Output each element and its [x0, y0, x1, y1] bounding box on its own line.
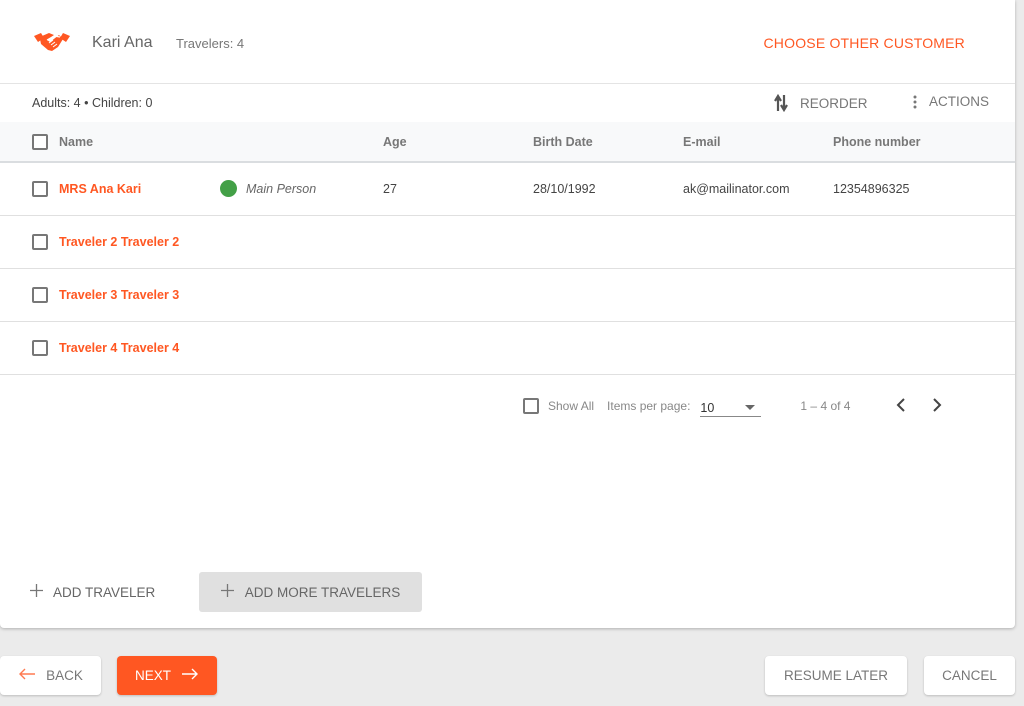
arrow-right-icon	[181, 668, 199, 683]
choose-other-customer-button[interactable]: CHOOSE OTHER CUSTOMER	[763, 35, 965, 51]
add-traveler-label: ADD TRAVELER	[53, 584, 156, 600]
phone-cell: 12354896325	[833, 181, 910, 196]
phone-cell	[833, 268, 1015, 321]
traveler-name[interactable]: Traveler 4 Traveler 4	[59, 341, 179, 355]
email-cell	[683, 321, 833, 374]
age-cell	[383, 321, 533, 374]
table-row[interactable]: MRS Ana Kari Main Person 27 28/10/1992 a…	[0, 162, 1015, 215]
resume-later-button[interactable]: RESUME LATER	[765, 656, 907, 695]
back-label: BACK	[46, 668, 83, 683]
back-button[interactable]: BACK	[0, 656, 101, 695]
table-row[interactable]: Traveler 4 Traveler 4	[0, 321, 1015, 374]
birth-date-cell	[533, 268, 683, 321]
age-cell	[383, 268, 533, 321]
arrow-left-icon	[18, 668, 36, 683]
items-per-page-value: 10	[700, 400, 715, 415]
table-toolbar: Adults: 4 • Children: 0 REORDER ACTIONS	[0, 84, 1015, 122]
cancel-button[interactable]: CANCEL	[924, 656, 1015, 695]
actions-label: ACTIONS	[929, 94, 990, 109]
row-checkbox[interactable]	[32, 233, 48, 250]
table-header-row: Name Age Birth Date E-mail Phone number	[0, 122, 1015, 162]
main-person-badge: Main Person	[220, 180, 383, 198]
add-more-travelers-label: ADD MORE TRAVELERS	[244, 584, 401, 600]
age-cell: 27	[383, 181, 397, 196]
email-cell	[683, 268, 833, 321]
travelers-card: Kari Ana Travelers: 4 CHOOSE OTHER CUSTO…	[0, 0, 1015, 628]
main-person-label: Main Person	[246, 181, 317, 196]
plus-icon	[220, 584, 234, 600]
table-row[interactable]: Traveler 2 Traveler 2	[0, 215, 1015, 268]
show-all-checkbox[interactable]	[523, 398, 539, 414]
email-cell: ak@mailinator.com	[683, 181, 790, 196]
table-row[interactable]: Traveler 3 Traveler 3	[0, 268, 1015, 321]
column-header-birth-date[interactable]: Birth Date	[533, 122, 683, 162]
traveler-name[interactable]: Traveler 3 Traveler 3	[59, 288, 179, 302]
items-per-page-select[interactable]: 10	[700, 395, 762, 417]
column-header-name[interactable]: Name	[59, 135, 93, 149]
customer-header: Kari Ana Travelers: 4 CHOOSE OTHER CUSTO…	[0, 0, 1015, 84]
birth-date-cell	[533, 215, 683, 268]
items-per-page-label: Items per page:	[607, 399, 691, 413]
add-more-travelers-button[interactable]: ADD MORE TRAVELERS	[199, 572, 422, 612]
birth-date-cell	[533, 321, 683, 374]
travelers-count: Travelers: 4	[176, 36, 245, 51]
paginator: Show All Items per page: 10 1 – 4 of 4	[523, 395, 968, 417]
row-checkbox[interactable]	[32, 286, 48, 303]
add-traveler-button[interactable]: ADD TRAVELER	[30, 584, 155, 600]
phone-cell	[833, 321, 1015, 374]
page-range-label: 1 – 4 of 4	[800, 399, 851, 413]
birth-date-cell: 28/10/1992	[533, 181, 596, 196]
plus-icon	[30, 584, 43, 600]
passenger-summary: Adults: 4 • Children: 0	[32, 96, 153, 110]
column-header-phone[interactable]: Phone number	[833, 122, 1015, 162]
email-cell	[683, 215, 833, 268]
more-vertical-icon	[913, 95, 917, 109]
swap-vertical-icon	[774, 94, 788, 112]
actions-button[interactable]: ACTIONS	[913, 94, 989, 109]
select-all-checkbox[interactable]	[32, 133, 48, 150]
next-label: NEXT	[134, 668, 171, 683]
column-header-email[interactable]: E-mail	[683, 122, 833, 162]
row-checkbox[interactable]	[32, 180, 48, 197]
handshake-icon	[32, 30, 72, 54]
status-dot-icon	[220, 180, 237, 198]
phone-cell	[833, 215, 1015, 268]
row-checkbox[interactable]	[32, 339, 48, 356]
traveler-name[interactable]: Traveler 2 Traveler 2	[59, 235, 179, 249]
column-header-age[interactable]: Age	[383, 122, 533, 162]
traveler-name[interactable]: MRS Ana Kari	[59, 182, 141, 196]
previous-page-button[interactable]	[896, 397, 906, 415]
show-all-label[interactable]: Show All	[548, 399, 594, 413]
travelers-table: Name Age Birth Date E-mail Phone number …	[0, 122, 1015, 375]
customer-name: Kari Ana	[92, 34, 153, 51]
chevron-down-icon	[745, 405, 756, 410]
age-cell	[383, 215, 533, 268]
reorder-label: REORDER	[800, 95, 868, 111]
reorder-button[interactable]: REORDER	[774, 94, 868, 112]
next-page-button[interactable]	[932, 397, 942, 415]
next-button[interactable]: NEXT	[117, 656, 217, 695]
